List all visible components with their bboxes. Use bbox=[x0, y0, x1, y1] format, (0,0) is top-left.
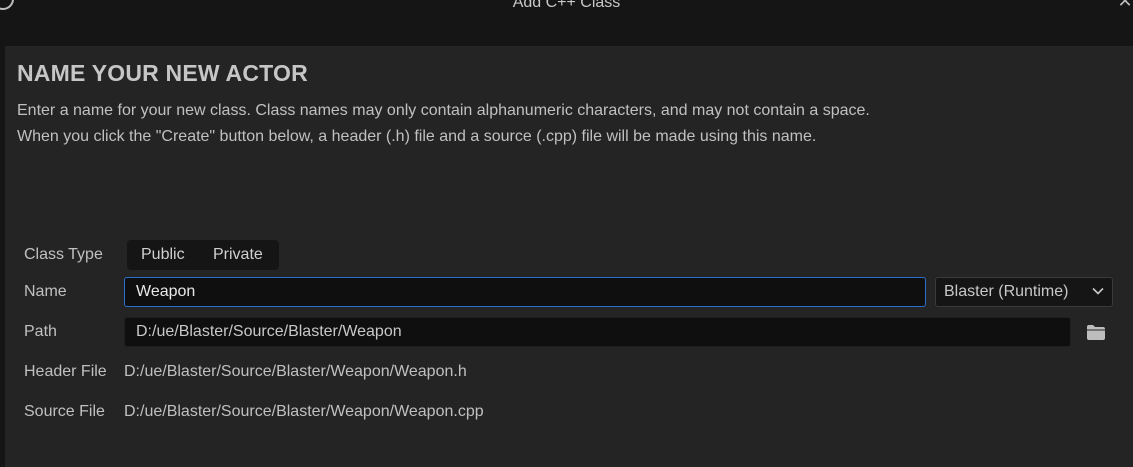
module-selected-value: Blaster (Runtime) bbox=[944, 283, 1069, 300]
public-option[interactable]: Public bbox=[141, 245, 185, 265]
description-line-2: When you click the "Create" button below… bbox=[17, 128, 817, 145]
private-option[interactable]: Private bbox=[213, 245, 263, 265]
path-input[interactable]: D:/ue/Blaster/Source/Blaster/Weapon bbox=[124, 317, 1071, 347]
chevron-down-icon bbox=[1092, 287, 1104, 295]
page-title: NAME YOUR NEW ACTOR bbox=[17, 60, 308, 86]
title-bar: Add C++ Class ✕ bbox=[0, 0, 1133, 46]
header-file-path: D:/ue/Blaster/Source/Blaster/Weapon/Weap… bbox=[124, 363, 467, 380]
module-dropdown[interactable]: Blaster (Runtime) bbox=[935, 277, 1113, 307]
class-name-input[interactable]: Weapon bbox=[124, 277, 926, 307]
class-type-label: Class Type bbox=[24, 246, 103, 263]
header-file-label: Header File bbox=[24, 363, 107, 380]
source-file-path: D:/ue/Blaster/Source/Blaster/Weapon/Weap… bbox=[124, 403, 484, 420]
source-file-label: Source File bbox=[24, 403, 105, 420]
path-label: Path bbox=[24, 323, 57, 340]
class-type-toggle: Public Private bbox=[127, 240, 279, 270]
description-line-1: Enter a name for your new class. Class n… bbox=[17, 102, 870, 119]
close-icon[interactable]: ✕ bbox=[1117, 0, 1133, 11]
name-label: Name bbox=[24, 283, 67, 300]
folder-icon[interactable] bbox=[1086, 324, 1106, 341]
window-title: Add C++ Class bbox=[512, 0, 621, 11]
